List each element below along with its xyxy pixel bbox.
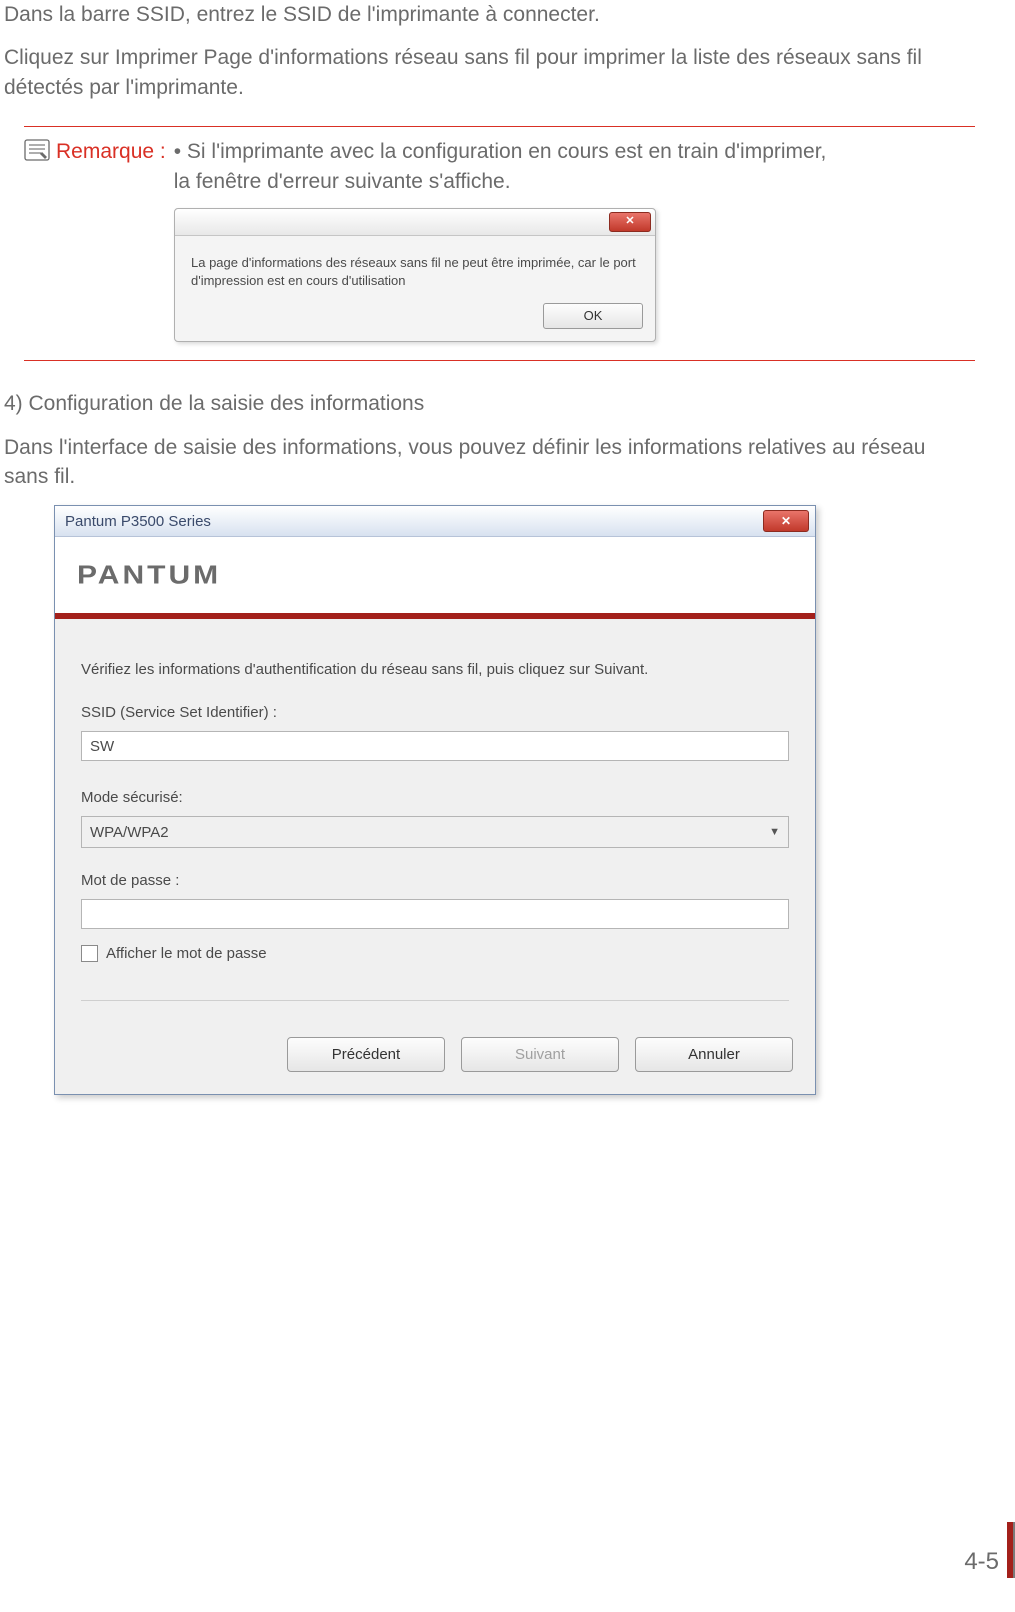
ssid-label: SSID (Service Set Identifier) : — [81, 702, 789, 723]
section-4-heading: 4) Configuration de la saisie des inform… — [4, 389, 975, 418]
ssid-input[interactable] — [81, 731, 789, 761]
password-input[interactable] — [81, 899, 789, 929]
section-4-text: Dans l'interface de saisie des informati… — [4, 433, 975, 492]
previous-button[interactable]: Précédent — [287, 1037, 445, 1072]
error-dialog: ✕ La page d'informations des réseaux san… — [174, 208, 656, 342]
security-mode-value: WPA/WPA2 — [90, 822, 169, 843]
config-dialog: Pantum P3500 Series ✕ PANTUM Vérifiez le… — [54, 505, 816, 1095]
note-line-2: la fenêtre d'erreur suivante s'affiche. — [174, 170, 511, 193]
brand-logo: PANTUM — [77, 559, 221, 595]
security-mode-select[interactable]: WPA/WPA2 ▼ — [81, 816, 789, 848]
page-number: 4-5 — [964, 1548, 999, 1576]
chevron-down-icon: ▼ — [769, 825, 780, 840]
error-dialog-message: La page d'informations des réseaux sans … — [175, 236, 655, 297]
show-password-label: Afficher le mot de passe — [106, 943, 267, 964]
intro-paragraph-1: Dans la barre SSID, entrez le SSID de l'… — [4, 0, 975, 29]
security-mode-label: Mode sécurisé: — [81, 787, 789, 808]
note-block: Remarque : • Si l'imprimante avec la con… — [24, 126, 975, 361]
intro-paragraph-2: Cliquez sur Imprimer Page d'informations… — [4, 43, 975, 102]
close-icon[interactable]: ✕ — [763, 510, 809, 532]
note-text: • Si l'imprimante avec la configuration … — [174, 137, 827, 196]
brand-bar: PANTUM — [55, 537, 815, 619]
config-dialog-title: Pantum P3500 Series — [65, 511, 211, 532]
config-instruction: Vérifiez les informations d'authentifica… — [81, 659, 789, 680]
next-button[interactable]: Suivant — [461, 1037, 619, 1072]
note-icon — [24, 139, 50, 161]
config-dialog-titlebar: Pantum P3500 Series ✕ — [55, 506, 815, 537]
error-dialog-titlebar: ✕ — [175, 209, 655, 236]
password-label: Mot de passe : — [81, 870, 789, 891]
note-label: Remarque : — [56, 137, 166, 166]
divider — [81, 1000, 789, 1001]
note-line-1: • Si l'imprimante avec la configuration … — [174, 140, 827, 163]
cancel-button[interactable]: Annuler — [635, 1037, 793, 1072]
show-password-checkbox[interactable] — [81, 945, 98, 962]
close-icon[interactable]: ✕ — [609, 212, 651, 232]
ok-button[interactable]: OK — [543, 303, 643, 329]
